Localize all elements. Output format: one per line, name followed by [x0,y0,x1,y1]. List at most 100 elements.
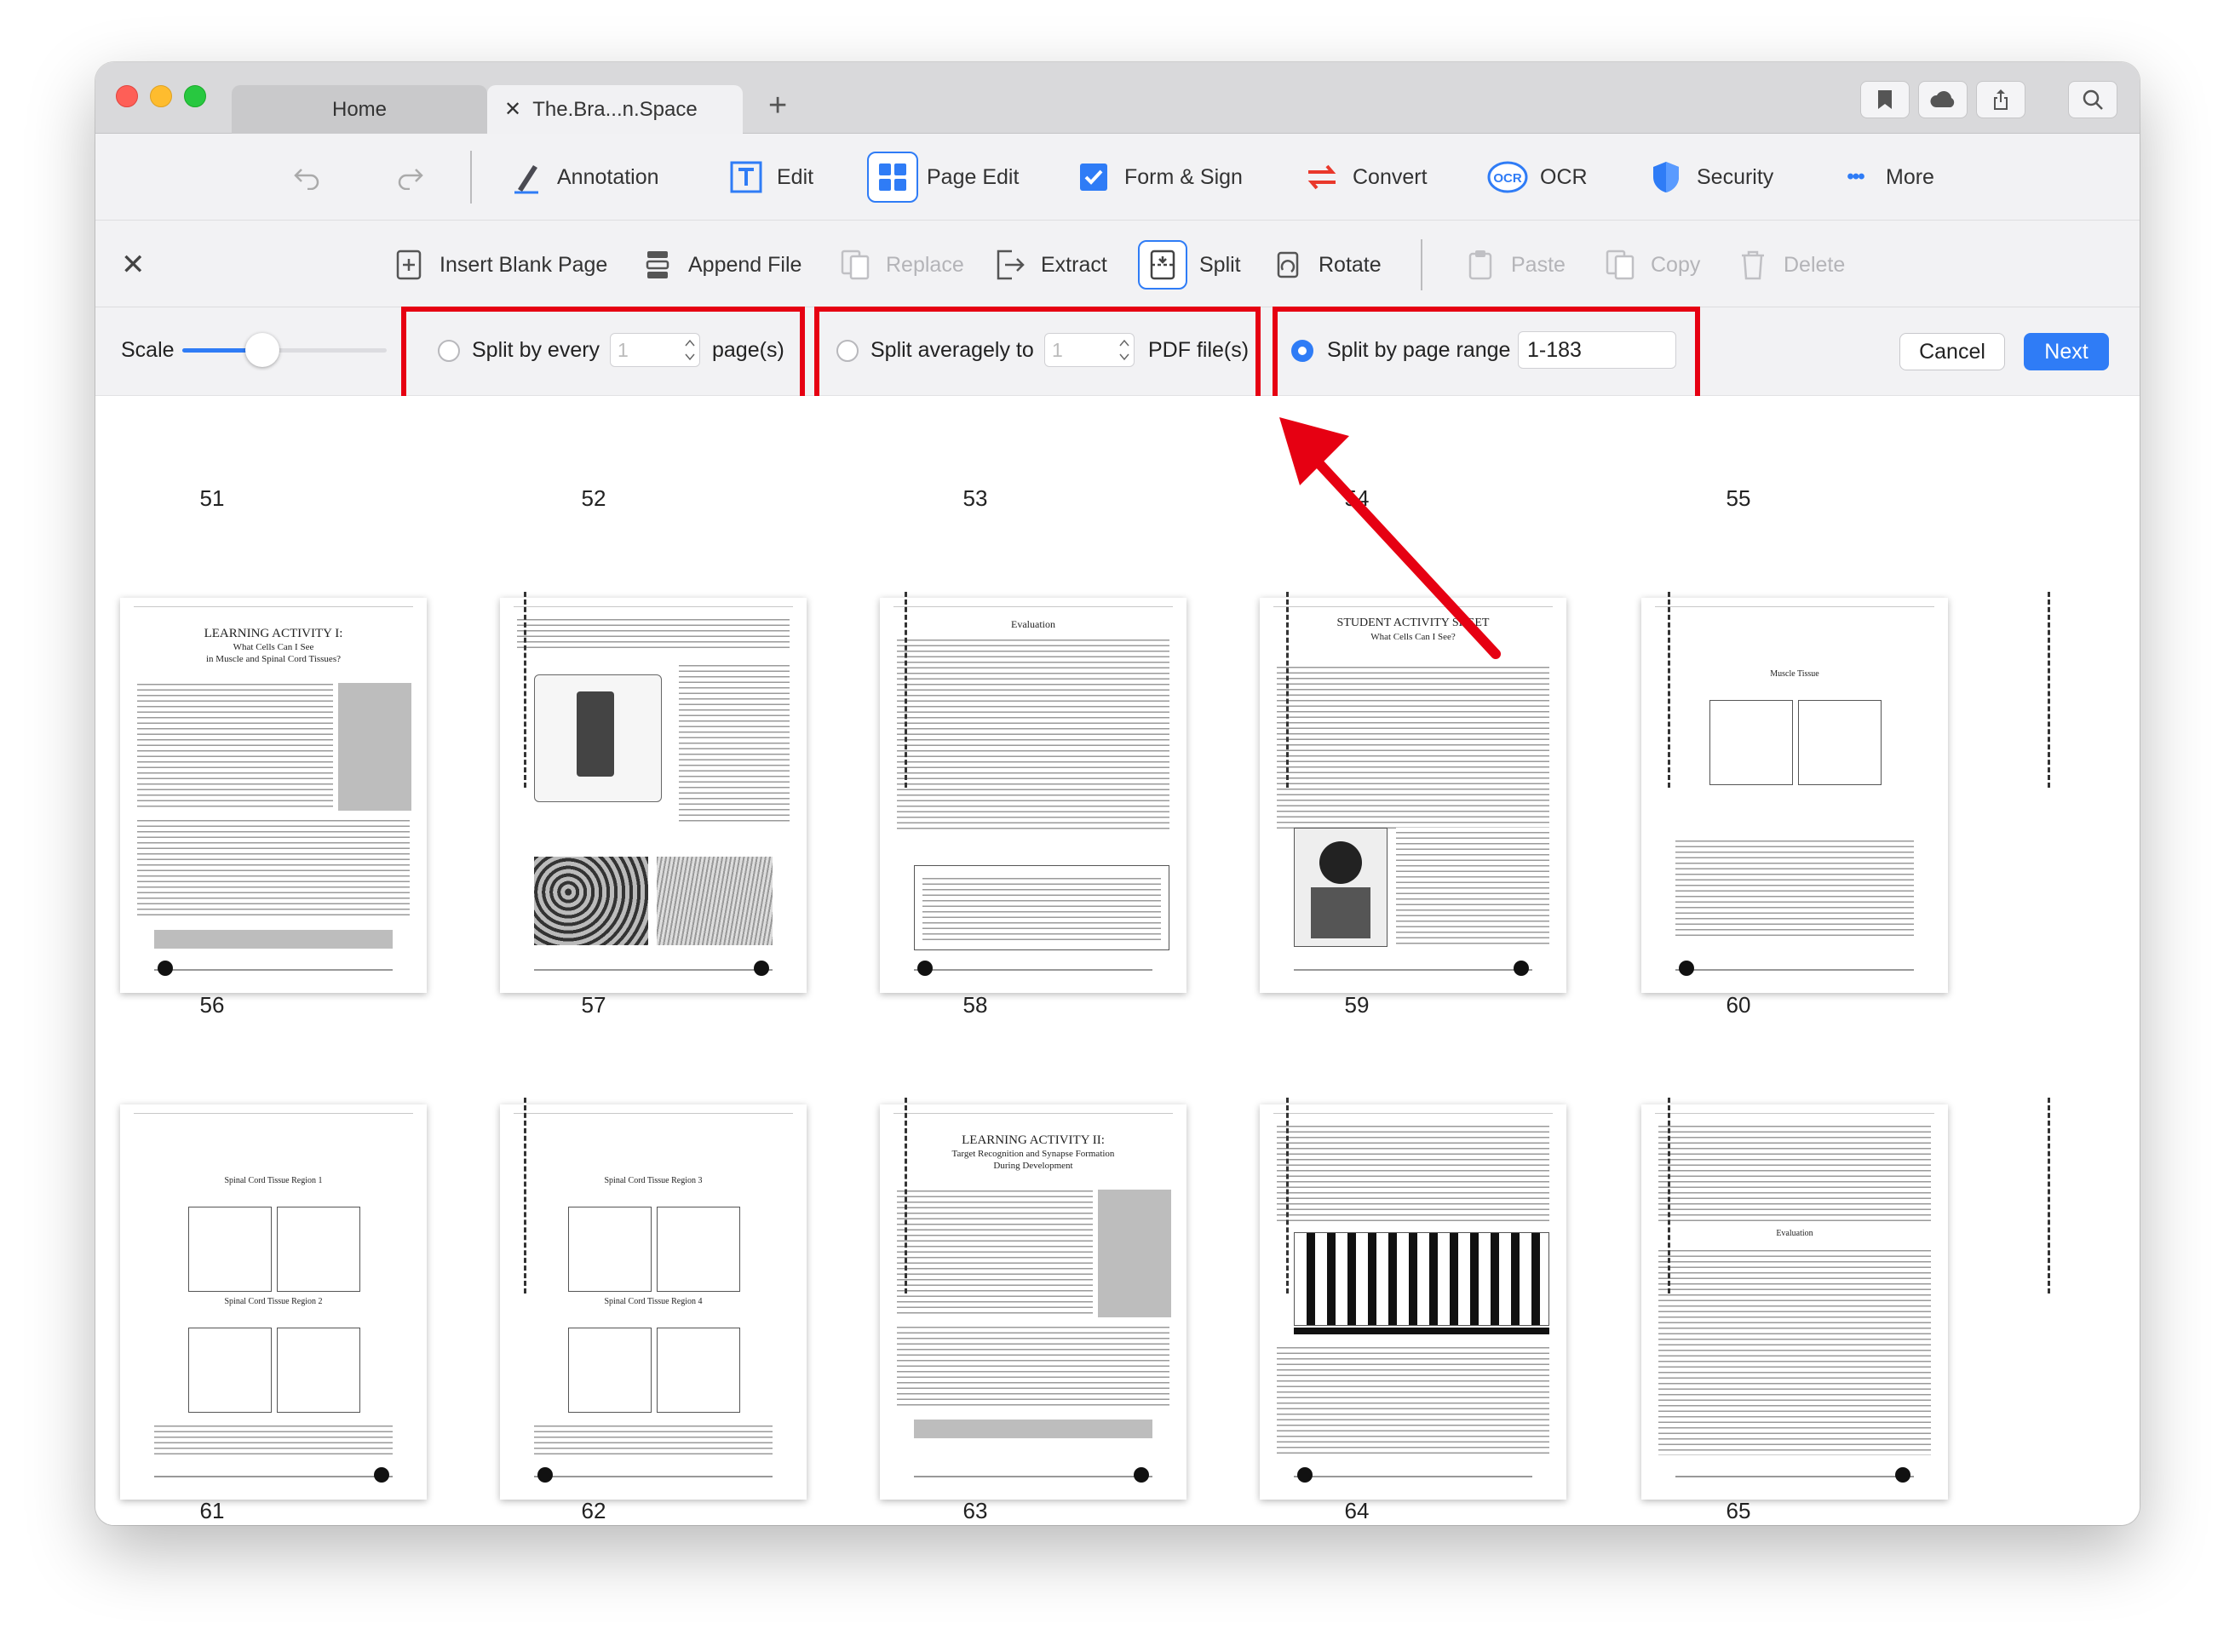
more-button[interactable]: ••• More [1836,152,1934,202]
split-marker[interactable] [1668,1098,1670,1293]
page-number-label: 62 [581,1498,606,1523]
annotation-label: Annotation [557,164,659,189]
scale-slider-knob[interactable] [244,333,279,367]
delete-label: Delete [1784,252,1846,277]
annotation-button[interactable]: Annotation [508,152,659,202]
split-marker[interactable] [2048,1098,2050,1293]
split-marker[interactable] [1286,1098,1289,1293]
copy-button[interactable]: Copy [1603,243,1700,287]
page-heading: LEARNING ACTIVITY II: [962,1133,1105,1147]
page-header-rule [1273,1113,1553,1114]
replace-button[interactable]: Replace [838,243,964,287]
page-footer-rule [1294,1476,1532,1477]
split-marker[interactable] [524,592,526,788]
convert-button[interactable]: Convert [1303,152,1428,202]
page-thumbnail[interactable]: LEARNING ACTIVITY I: What Cells Can I See… [120,598,427,993]
page-edit-button[interactable]: Page Edit [867,152,1019,203]
share-button[interactable] [1976,81,2025,118]
page-edit-toolbar: ✕ Insert Blank Page Append File Replace … [95,221,2140,307]
page-thumbnail[interactable] [1260,1104,1566,1500]
split-marker[interactable] [524,1098,526,1293]
new-tab-button[interactable]: + [768,88,787,124]
concepts-box [1098,1190,1171,1317]
tab-home[interactable]: Home [232,85,487,134]
page-number-label: 57 [581,992,606,1018]
page-heading: Spinal Cord Tissue Region 1 [224,1176,323,1185]
page-number-label: 55 [1726,485,1751,511]
extract-button[interactable]: Extract [993,243,1107,287]
scale-slider[interactable] [182,333,387,367]
delete-button[interactable]: Delete [1736,243,1845,287]
bookmark-icon [1878,90,1892,109]
page-heading: Target Recognition and Synapse Formation [951,1149,1115,1159]
ocr-button[interactable]: OCR OCR [1487,152,1588,202]
nasa-logo [1134,1467,1149,1483]
caption-bar [1294,1328,1549,1334]
split-marker[interactable] [1668,592,1670,788]
page-thumbnail[interactable]: Evaluation [880,598,1186,993]
close-page-edit-button[interactable]: ✕ [121,243,146,287]
search-icon [2083,89,2103,110]
nasa-logo [158,961,173,976]
bookmark-button[interactable] [1860,81,1910,118]
shield-icon [1653,162,1679,192]
highlight-box-split-by-range [1273,307,1700,402]
page-footer-rule [914,1476,1152,1477]
split-marker[interactable] [2048,592,2050,788]
student-head [1319,841,1362,884]
page-thumbnail[interactable]: Spinal Cord Tissue Region 1 Spinal Cord T… [120,1104,427,1500]
extract-label: Extract [1041,252,1107,277]
split-icon [1150,250,1175,280]
page-heading: During Development [993,1161,1073,1171]
students-illustration [1294,1232,1549,1326]
drawing-box [568,1328,652,1413]
split-marker[interactable] [905,592,907,788]
ocr-label: OCR [1540,164,1588,189]
text-lines [154,1421,393,1455]
micrograph-figure [657,857,773,945]
close-window-button[interactable] [116,85,138,107]
paste-button[interactable]: Paste [1463,243,1566,287]
page-header-rule [893,1113,1173,1114]
page-thumbnails-grid: 515253545556575859606162636465 LEARNING … [95,396,2140,1525]
next-button[interactable]: Next [2024,333,2109,370]
insert-blank-page-button[interactable]: Insert Blank Page [392,243,607,287]
drawing-box [277,1328,360,1413]
append-file-button[interactable]: Append File [641,243,801,287]
redo-button[interactable] [395,152,424,202]
cloud-button[interactable] [1918,81,1968,118]
text-lines [137,816,410,918]
form-sign-button[interactable]: Form & Sign [1075,152,1243,202]
undo-button[interactable] [293,152,322,202]
nasa-logo [1297,1467,1313,1483]
rotate-button[interactable]: Rotate [1271,243,1382,287]
page-number-label: 63 [962,1498,988,1523]
edit-button[interactable]: Edit [727,152,813,202]
nasa-logo [1895,1467,1910,1483]
nasa-logo [374,1467,389,1483]
micrograph-figure [534,857,648,945]
cancel-button[interactable]: Cancel [1899,333,2005,370]
page-thumbnail[interactable]: LEARNING ACTIVITY II: Target Recognition … [880,1104,1186,1500]
page-heading: Spinal Cord Tissue Region 4 [604,1297,703,1306]
zoom-window-button[interactable] [184,85,206,107]
page-heading: Evaluation [1011,618,1055,630]
security-button[interactable]: Security [1647,152,1773,202]
close-tab-icon[interactable]: ✕ [504,97,521,122]
split-marker[interactable] [905,1098,907,1293]
text-lines [922,874,1161,942]
search-button[interactable] [2068,81,2117,118]
minimize-window-button[interactable] [150,85,172,107]
drawing-box [568,1207,652,1292]
callout-box [154,930,393,949]
page-thumbnail[interactable] [500,598,807,993]
page-thumbnail[interactable]: Muscle Tissue [1641,598,1948,993]
text-lines [897,1186,1093,1314]
drawing-box [657,1328,740,1413]
split-button[interactable]: Split [1138,240,1241,290]
page-thumbnail[interactable]: Spinal Cord Tissue Region 3 Spinal Cord T… [500,1104,807,1500]
nasa-logo [917,961,933,976]
text-lines [1658,1121,1931,1224]
tab-document[interactable]: ✕ The.Bra...n.Space [487,85,743,134]
page-thumbnail[interactable]: Evaluation [1641,1104,1948,1500]
